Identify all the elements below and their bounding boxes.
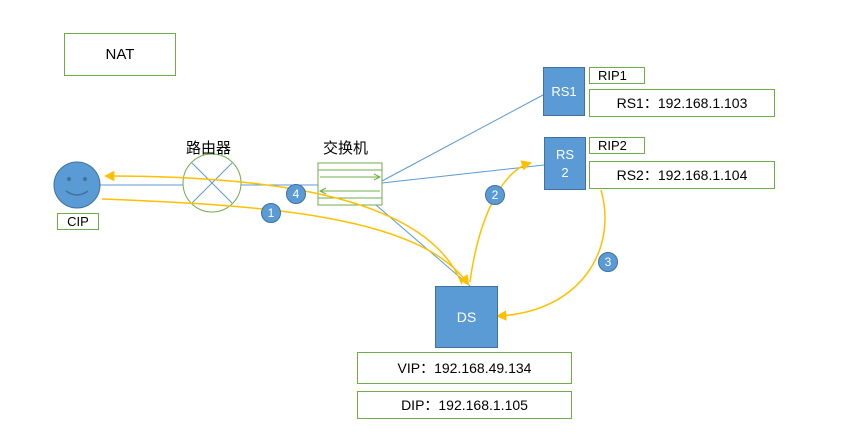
router-label: 路由器 [186,139,232,157]
vip-label: VIP：192.168.49.134 [357,352,572,384]
step-badge-4: 4 [286,184,306,204]
rs2-node: RS 2 [544,137,586,190]
cip-label: CIP [57,213,99,230]
rip2-label: RIP2 [589,137,645,154]
step-badge-1: 1 [261,203,281,223]
step-badge-2: 2 [485,185,505,205]
flow-arrow-4 [103,170,463,285]
flow-arrow-3 [495,189,606,321]
client-icon [53,161,101,209]
switch-label: 交换机 [323,139,369,157]
flow-arrow-2 [469,160,533,283]
switch-icon [317,162,383,206]
dip-label: DIP：192.168.1.105 [357,391,572,419]
rs2-node-line1: RS [555,146,575,162]
rs1-node: RS1 [543,67,585,116]
step-badge-3: 3 [598,252,618,272]
ds-node: DS [435,286,498,348]
diagram-title: NAT [64,33,176,76]
nat-diagram: NAT CIP 路由器 交换机 RS1 RIP1 RS1：192.168.1.1… [0,0,854,444]
rs1-ip-label: RS1：192.168.1.103 [589,89,775,117]
flow-arrow-1 [101,198,470,286]
rs2-ip-label: RS2：192.168.1.104 [589,161,775,189]
rip1-label: RIP1 [589,67,645,84]
rs2-node-line2: 2 [561,164,569,180]
